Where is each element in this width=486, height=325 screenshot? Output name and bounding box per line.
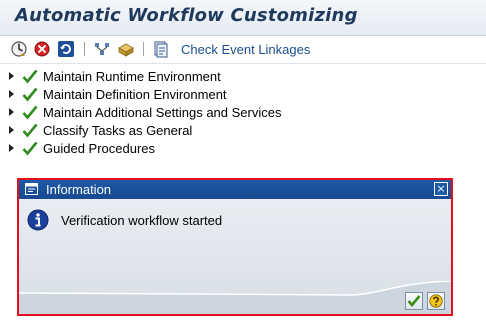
check-icon <box>22 141 38 156</box>
dialog-footer-decoration <box>19 281 451 314</box>
tree-item-label: Classify Tasks as General <box>43 123 193 138</box>
stop-icon[interactable] <box>33 40 51 58</box>
expand-arrow-icon[interactable] <box>9 126 14 134</box>
execute-icon[interactable] <box>10 40 28 58</box>
tree-item-additional-settings[interactable]: Maintain Additional Settings and Service… <box>0 104 300 122</box>
expand-arrow-icon[interactable] <box>9 108 14 116</box>
check-icon <box>22 105 38 120</box>
tree-item-label: Maintain Runtime Environment <box>43 69 221 84</box>
expand-arrow-icon[interactable] <box>9 144 14 152</box>
confirm-button[interactable] <box>405 292 423 310</box>
dialog-title: Information <box>46 182 112 197</box>
title-divider <box>0 35 486 36</box>
check-icon <box>22 87 38 102</box>
tree-item-label: Maintain Additional Settings and Service… <box>43 105 282 120</box>
tree-item-label: Maintain Definition Environment <box>43 87 227 102</box>
toolbar-separator <box>143 42 144 56</box>
transport-icon[interactable] <box>117 40 135 58</box>
tree-item-label: Guided Procedures <box>43 141 156 156</box>
tree-item-definition-environment[interactable]: Maintain Definition Environment <box>0 86 300 104</box>
dialog-header: Information × <box>19 180 451 199</box>
confirm-icon <box>407 295 421 308</box>
tree-item-classify-tasks[interactable]: Classify Tasks as General <box>0 122 300 140</box>
window-icon <box>25 183 38 195</box>
help-button[interactable] <box>427 292 445 310</box>
tree-item-runtime-environment[interactable]: Maintain Runtime Environment <box>0 68 300 86</box>
hierarchy-icon[interactable] <box>93 40 111 58</box>
toolbar-separator <box>84 42 85 56</box>
check-icon <box>22 69 38 84</box>
check-icon <box>22 123 38 138</box>
tree-item-guided-procedures[interactable]: Guided Procedures <box>0 140 300 158</box>
check-event-linkages-link[interactable]: Check Event Linkages <box>181 42 310 57</box>
info-icon <box>27 209 49 231</box>
document-icon[interactable] <box>152 40 170 58</box>
refresh-icon[interactable] <box>57 40 75 58</box>
expand-arrow-icon[interactable] <box>9 90 14 98</box>
dialog-message: Verification workflow started <box>61 213 223 228</box>
help-icon <box>429 294 443 308</box>
expand-arrow-icon[interactable] <box>9 72 14 80</box>
information-dialog: Information × Verification workflow star… <box>17 178 453 316</box>
title-bar: Automatic Workflow Customizing <box>0 0 486 36</box>
toolbar: Check Event Linkages <box>0 37 486 64</box>
dialog-body: Verification workflow started <box>19 199 451 314</box>
page-title: Automatic Workflow Customizing <box>15 5 358 26</box>
close-icon[interactable]: × <box>434 182 448 196</box>
